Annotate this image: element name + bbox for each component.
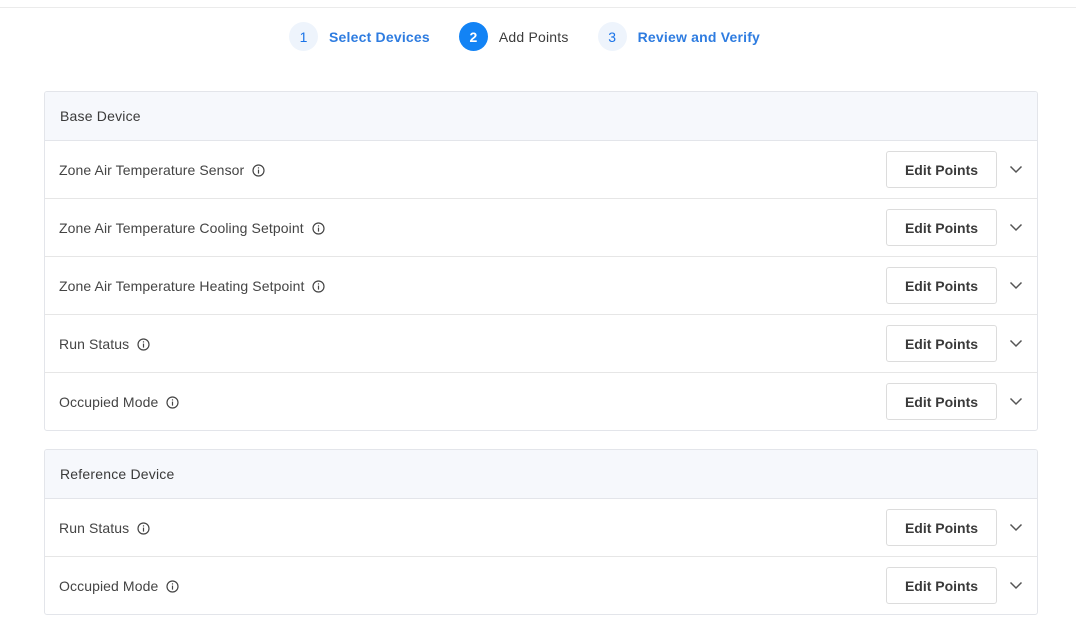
edit-points-button[interactable]: Edit Points	[886, 567, 997, 604]
edit-points-button[interactable]: Edit Points	[886, 267, 997, 304]
point-row: Occupied Mode Edit Points	[45, 557, 1037, 614]
point-label: Run Status	[59, 519, 130, 536]
stepper: 1 Select Devices 2 Add Points 3 Review a…	[289, 22, 760, 51]
chevron-down-icon[interactable]	[1009, 221, 1023, 235]
panel-title: Base Device	[45, 92, 1037, 141]
point-label: Run Status	[59, 335, 130, 352]
step-number: 2	[458, 22, 488, 51]
point-label: Occupied Mode	[59, 393, 159, 410]
point-row: Zone Air Temperature Cooling Setpoint Ed…	[45, 199, 1037, 257]
point-label: Occupied Mode	[59, 577, 159, 594]
edit-points-button[interactable]: Edit Points	[886, 209, 997, 246]
point-row: Run Status Edit Points	[45, 499, 1037, 557]
chevron-down-icon[interactable]	[1009, 163, 1023, 177]
info-circle-icon[interactable]	[137, 338, 150, 351]
point-label: Zone Air Temperature Heating Setpoint	[59, 277, 305, 294]
edit-points-button[interactable]: Edit Points	[886, 383, 997, 420]
info-circle-icon[interactable]	[312, 222, 325, 235]
point-label: Zone Air Temperature Sensor	[59, 161, 245, 178]
panel-title: Reference Device	[45, 450, 1037, 499]
info-circle-icon[interactable]	[252, 164, 265, 177]
point-row: Run Status Edit Points	[45, 315, 1037, 373]
point-row: Occupied Mode Edit Points	[45, 373, 1037, 430]
info-circle-icon[interactable]	[137, 522, 150, 535]
chevron-down-icon[interactable]	[1009, 521, 1023, 535]
chevron-down-icon[interactable]	[1009, 337, 1023, 351]
edit-points-button[interactable]: Edit Points	[886, 151, 997, 188]
step-review-verify[interactable]: 3 Review and Verify	[597, 22, 761, 51]
step-number: 1	[289, 22, 318, 51]
info-circle-icon[interactable]	[166, 396, 179, 409]
step-label: Add Points	[498, 28, 569, 45]
chevron-down-icon[interactable]	[1009, 279, 1023, 293]
chevron-down-icon[interactable]	[1009, 395, 1023, 409]
step-number: 3	[597, 22, 627, 51]
point-row: Zone Air Temperature Sensor Edit Points	[45, 141, 1037, 199]
point-row: Zone Air Temperature Heating Setpoint Ed…	[45, 257, 1037, 315]
edit-points-button[interactable]: Edit Points	[886, 325, 997, 362]
step-add-points[interactable]: 2 Add Points	[458, 22, 569, 51]
base-device-panel: Base Device Zone Air Temperature Sensor …	[44, 91, 1038, 431]
point-label: Zone Air Temperature Cooling Setpoint	[59, 219, 304, 236]
step-label: Select Devices	[329, 28, 430, 45]
info-circle-icon[interactable]	[312, 280, 326, 293]
top-divider	[0, 7, 1076, 8]
step-label: Review and Verify	[637, 28, 761, 45]
edit-points-button[interactable]: Edit Points	[886, 509, 997, 546]
info-circle-icon[interactable]	[166, 580, 179, 593]
step-select-devices[interactable]: 1 Select Devices	[289, 22, 430, 51]
chevron-down-icon[interactable]	[1009, 579, 1023, 593]
reference-device-panel: Reference Device Run Status Edit Points …	[44, 449, 1038, 615]
